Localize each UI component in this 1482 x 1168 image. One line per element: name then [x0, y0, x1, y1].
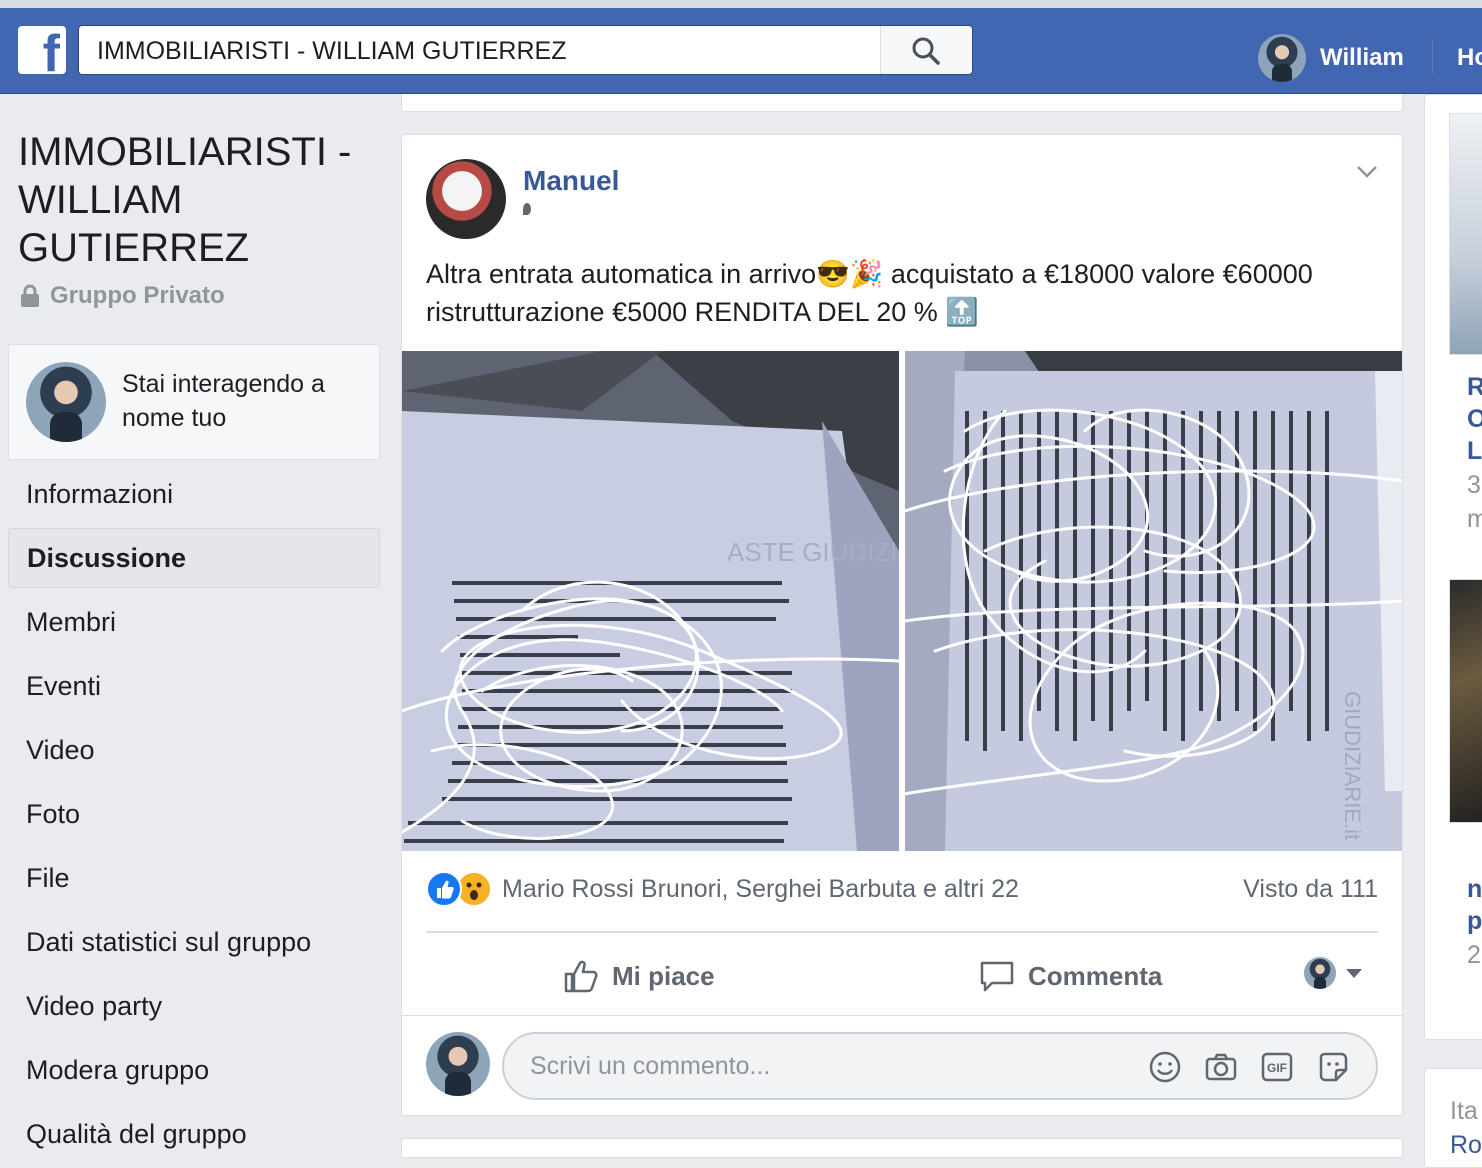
nav-item-file[interactable]: File — [8, 848, 380, 912]
reactions-summary[interactable]: Mario Rossi Brunori, Serghei Barbuta e a… — [426, 871, 1019, 907]
document-photo-2: GIUDIZIARIE.it — [905, 351, 1402, 851]
right-column-card: R O L 3 m n p 2 — [1424, 94, 1482, 1040]
post-photo[interactable]: ASTE GIUDIZIARIE.it — [402, 351, 899, 851]
nav-item-modera-gruppo[interactable]: Modera gruppo — [8, 1040, 380, 1104]
nav-divider — [1432, 40, 1433, 74]
language-current: Ita — [1450, 1097, 1478, 1125]
like-label: Mi piace — [612, 960, 715, 991]
comment-placeholder: Scrivi un commento... — [530, 1052, 771, 1080]
group-title[interactable]: IMMOBILIARISTI - WILLIAM GUTIERREZ — [18, 128, 378, 272]
like-button[interactable]: Mi piace — [562, 953, 715, 999]
nav-item-video[interactable]: Video — [8, 720, 380, 784]
user-avatar — [426, 1032, 490, 1096]
suggestion-title-line[interactable]: n — [1467, 875, 1482, 904]
group-nav: Informazioni Discussione Membri Eventi V… — [8, 464, 380, 1168]
search-bar[interactable]: IMMOBILIARISTI - WILLIAM GUTIERREZ — [78, 25, 973, 75]
suggestion-meta-line: 2 — [1467, 941, 1481, 969]
lock-icon — [21, 284, 39, 307]
nav-item-qualita-gruppo[interactable]: Qualità del gruppo — [8, 1104, 380, 1168]
divider — [426, 931, 1378, 933]
user-avatar — [1304, 957, 1336, 989]
comment-input[interactable]: Scrivi un commento... GIF — [502, 1032, 1378, 1100]
language-link[interactable]: Ro — [1450, 1131, 1482, 1160]
nav-item-discussione[interactable]: Discussione — [8, 528, 380, 588]
suggestion-title-line[interactable]: L — [1467, 437, 1482, 466]
like-reaction-icon — [426, 871, 462, 907]
browser-strip — [0, 0, 1482, 8]
suggestion-meta-line: m — [1467, 505, 1482, 534]
reactions-names[interactable]: Mario Rossi Brunori, Serghei Barbuta e a… — [502, 875, 1019, 904]
nav-item-eventi[interactable]: Eventi — [8, 656, 380, 720]
post-photos: ASTE GIUDIZIARIE.it — [402, 351, 1402, 851]
author-name[interactable]: Manuel — [523, 165, 619, 197]
author-avatar[interactable] — [426, 159, 506, 239]
gif-icon[interactable]: GIF — [1260, 1050, 1294, 1084]
top-navigation-bar: f IMMOBILIARISTI - WILLIAM GUTIERREZ Wil… — [0, 8, 1482, 94]
suggestion-image[interactable] — [1449, 113, 1482, 355]
caret-down-icon — [1346, 968, 1362, 978]
post-meta-icon — [523, 203, 531, 215]
post-photo[interactable]: GIUDIZIARIE.it — [905, 351, 1402, 851]
previous-post-card — [401, 94, 1403, 112]
suggestion-title-line[interactable]: p — [1467, 907, 1482, 936]
nav-item-foto[interactable]: Foto — [8, 784, 380, 848]
camera-icon[interactable] — [1204, 1050, 1238, 1084]
nav-item-informazioni[interactable]: Informazioni — [8, 464, 380, 528]
group-privacy: Gruppo Privato — [20, 282, 225, 310]
user-avatar — [1258, 34, 1306, 82]
interacting-as-text: Stai interagendo a nome tuo — [122, 370, 325, 432]
home-link[interactable]: Ho — [1457, 44, 1482, 72]
facebook-logo-icon[interactable]: f — [18, 26, 66, 74]
sticker-icon[interactable] — [1316, 1050, 1350, 1084]
document-photo-1: ASTE GIUDIZIARIE.it — [402, 351, 899, 851]
chevron-down-icon[interactable] — [1356, 165, 1378, 179]
nav-item-dati-statistici[interactable]: Dati statistici sul gruppo — [8, 912, 380, 976]
emoji-icon[interactable] — [1148, 1050, 1182, 1084]
seen-count[interactable]: Visto da 111 — [1243, 875, 1378, 904]
comment-composer: Scrivi un commento... GIF — [402, 1015, 1402, 1115]
thumbs-up-icon — [564, 960, 598, 993]
aste-watermark: ASTE GIUDIZIARIE.it — [727, 537, 899, 567]
comment-bubble-icon — [980, 961, 1014, 992]
suggestion-meta-line: 3 — [1467, 471, 1481, 499]
nav-item-video-party[interactable]: Video party — [8, 976, 380, 1040]
user-avatar — [26, 362, 106, 442]
suggestion-title-line[interactable]: R — [1467, 373, 1482, 402]
giudiziarie-watermark: GIUDIZIARIE.it — [1340, 691, 1365, 840]
comment-label: Commenta — [1028, 960, 1163, 991]
search-button[interactable] — [880, 26, 972, 74]
search-input[interactable]: IMMOBILIARISTI - WILLIAM GUTIERREZ — [97, 37, 566, 66]
suggestion-title-line[interactable]: O — [1467, 405, 1482, 434]
comment-tools: GIF — [1148, 1050, 1350, 1084]
facebook-logo-letter: f — [42, 26, 60, 74]
profile-link[interactable]: William — [1258, 34, 1404, 82]
right-column-footer-card: Ita Ro — [1424, 1068, 1482, 1168]
next-post-card — [401, 1138, 1403, 1158]
search-icon — [912, 37, 940, 65]
interacting-as-box[interactable]: Stai interagendo a nome tuo — [8, 344, 380, 460]
post-card: Manuel Altra entrata automatica in arriv… — [401, 134, 1403, 1116]
group-privacy-label: Gruppo Privato — [50, 282, 225, 309]
svg-text:GIF: GIF — [1267, 1061, 1287, 1075]
comment-button[interactable]: Commenta — [978, 953, 1162, 999]
post-as-selector[interactable] — [1304, 957, 1362, 989]
suggestion-image[interactable] — [1449, 579, 1482, 823]
user-name: William — [1320, 44, 1404, 71]
post-text: Altra entrata automatica in arrivo😎🎉 acq… — [426, 259, 1313, 327]
nav-item-membri[interactable]: Membri — [8, 592, 380, 656]
